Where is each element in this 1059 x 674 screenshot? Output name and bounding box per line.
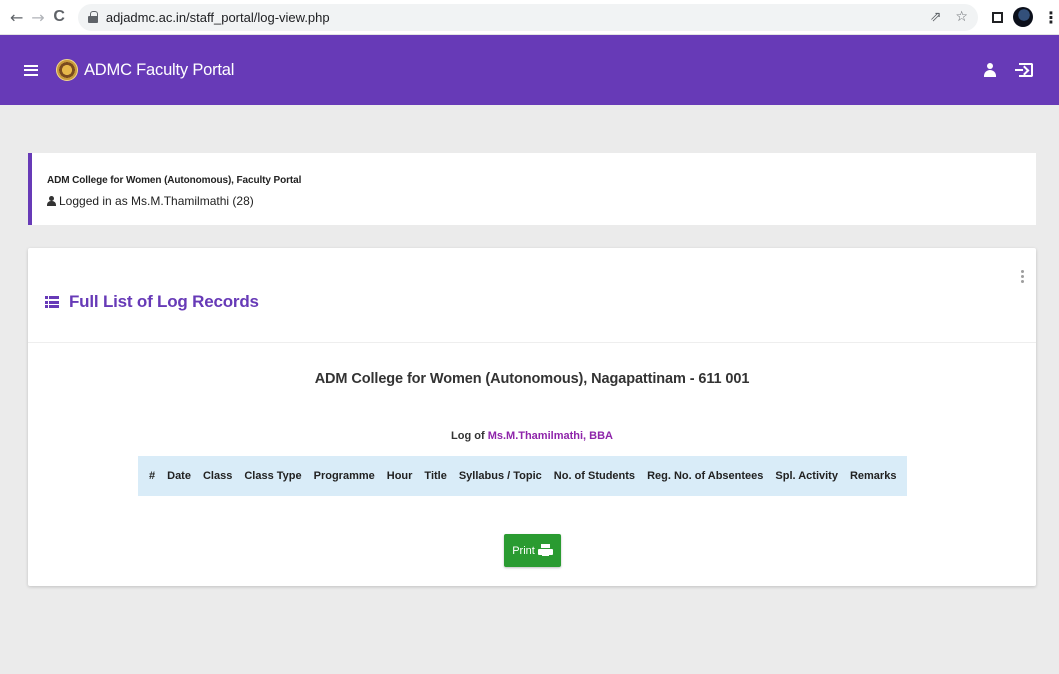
column-header[interactable]: Date [161,456,197,496]
tab-search-icon[interactable] [991,11,1003,23]
card-title: Full List of Log Records [45,292,259,312]
log-of-prefix: Log of [451,430,485,442]
column-header[interactable]: Spl. Activity [769,456,844,496]
share-icon[interactable]: ⇗ [930,9,942,25]
login-info-panel: ADM College for Women (Autonomous), Facu… [28,153,1036,225]
hamburger-menu-icon[interactable] [24,64,38,76]
browser-menu-icon[interactable]: ⋮ [1043,8,1059,27]
user-icon[interactable] [983,63,997,77]
column-header[interactable]: Syllabus / Topic [453,456,548,496]
column-header[interactable]: No. of Students [548,456,641,496]
logout-icon[interactable] [1015,63,1033,77]
address-bar[interactable]: adjadmc.ac.in/staff_portal/log-view.php … [77,3,978,31]
portal-name: ADM College for Women (Autonomous), Facu… [47,175,302,186]
print-button-label: Print [512,544,535,557]
forward-button[interactable]: → [27,6,48,28]
column-header[interactable]: Reg. No. of Absentees [641,456,769,496]
college-logo-icon [56,59,78,81]
card-menu-icon[interactable] [1021,270,1024,283]
profile-avatar[interactable] [1012,7,1033,27]
card-title-text: Full List of Log Records [69,292,259,311]
column-header[interactable]: Remarks [844,456,907,496]
printer-icon [537,544,553,557]
bookmark-star-icon[interactable]: ☆ [955,9,968,25]
logged-in-line: Logged in as Ms.M.Thamilmathi (28) [47,194,1036,208]
column-header[interactable]: Title [418,456,452,496]
table-header-row: # Date Class Class Type Programme Hour T… [138,456,907,496]
person-icon [47,196,56,206]
print-button[interactable]: Print [504,534,561,567]
log-owner: Log of Ms.M.Thamilmathi, BBA [28,430,1036,442]
back-button[interactable]: ← [6,6,27,28]
reload-button[interactable]: C [49,6,70,28]
app-header: ADMC Faculty Portal [0,35,1059,105]
browser-toolbar: ← → C adjadmc.ac.in/staff_portal/log-vie… [0,0,1059,35]
list-icon [45,296,59,308]
url-text: adjadmc.ac.in/staff_portal/log-view.php [105,9,330,25]
card-header: Full List of Log Records [28,248,1036,343]
log-table: # Date Class Class Type Programme Hour T… [138,456,908,496]
brand-title[interactable]: ADMC Faculty Portal [84,61,234,80]
log-of-name: Ms.M.Thamilmathi, BBA [487,430,613,442]
lock-icon [87,11,98,23]
column-header[interactable]: # [138,456,161,496]
log-records-card: Full List of Log Records ADM College for… [28,248,1036,586]
logged-in-text: Logged in as Ms.M.Thamilmathi (28) [59,194,254,208]
column-header[interactable]: Programme [308,456,381,496]
column-header[interactable]: Hour [381,456,419,496]
college-heading: ADM College for Women (Autonomous), Naga… [314,371,750,387]
column-header[interactable]: Class Type [238,456,307,496]
column-header[interactable]: Class [197,456,238,496]
